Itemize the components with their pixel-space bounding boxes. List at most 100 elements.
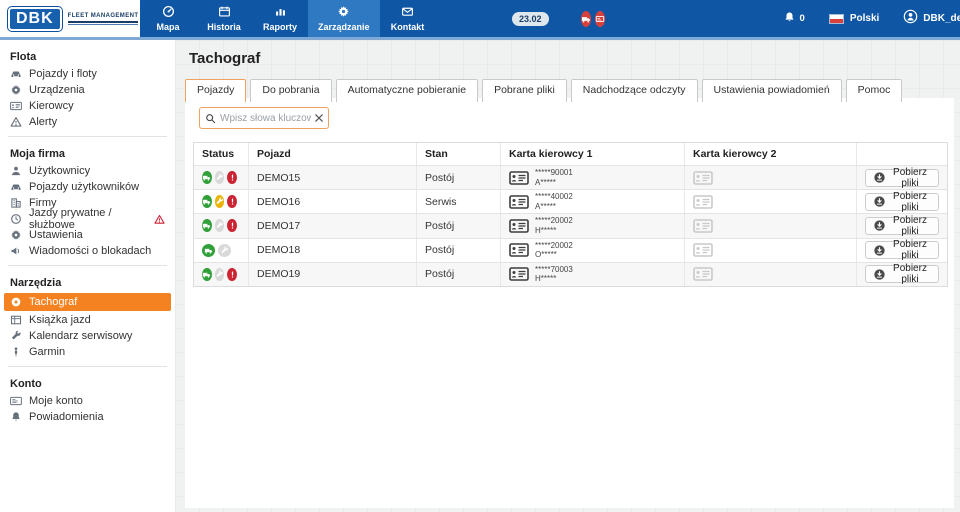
main-content: Tachograf Pojazdy Do pobrania Automatycz… [175, 40, 960, 512]
nav-item-kontakt[interactable]: Kontakt [380, 0, 436, 37]
vehicle-name: DEMO18 [248, 239, 416, 262]
nav-item-raporty[interactable]: Raporty [252, 0, 308, 37]
notifications-bell[interactable]: 0 [783, 11, 805, 27]
driver-card-icon-empty [693, 267, 713, 281]
vehicle-name: DEMO15 [248, 166, 416, 189]
nav-item-zarzadzanie[interactable]: Zarządzanie [308, 0, 380, 37]
sidebar-item-garmin[interactable]: Garmin [0, 344, 175, 360]
sidebar-item-kierowcy[interactable]: Kierowcy [0, 98, 175, 114]
sidebar-item-jazdy-prywatne-sluzbowe[interactable]: Jazdy prywatne / służbowe [0, 211, 175, 227]
fleet-management-wordmark: FLEET MANAGEMENT [68, 13, 139, 25]
driver-card-icon-empty [693, 219, 713, 233]
table-row: DEMO18 Postój *****20002O***** Pobierz p… [194, 238, 947, 262]
date-badge[interactable]: 23.02 [512, 12, 549, 26]
col-stan: Stan [416, 143, 500, 165]
language-label: Polski [850, 13, 879, 24]
alert-icon [227, 195, 237, 208]
driver-card-icon-empty [693, 195, 713, 209]
user-icon [10, 165, 22, 177]
tab-pobrane-pliki[interactable]: Pobrane pliki [482, 79, 567, 102]
driver-card-number: *****20002 [535, 241, 573, 251]
user-name: DBK_demo [923, 13, 960, 24]
vehicle-alert-icon[interactable] [581, 11, 591, 27]
sidebar-item-kalendarz-serwisowy[interactable]: Kalendarz serwisowy [0, 328, 175, 344]
clear-search-icon[interactable] [315, 114, 323, 122]
download-icon [874, 196, 885, 207]
sidebar-item-wiadomosci-o-blokadach[interactable]: Wiadomości o blokadach [0, 243, 175, 259]
language-selector[interactable]: Polski [829, 13, 879, 24]
id-card-icon [10, 100, 22, 112]
vehicle-state: Postój [416, 214, 500, 237]
notifications-count: 0 [800, 13, 805, 24]
download-icon [874, 245, 885, 256]
download-files-button[interactable]: Pobierz pliki [865, 241, 939, 259]
tab-do-pobrania[interactable]: Do pobrania [250, 79, 331, 102]
vehicle-name: DEMO17 [248, 214, 416, 237]
nav-item-historia[interactable]: Historia [196, 0, 252, 37]
download-files-button[interactable]: Pobierz pliki [865, 217, 939, 235]
sidebar-item-alerty[interactable]: Alerty [0, 114, 175, 130]
sidebar-item-urzadzenia[interactable]: Urządzenia [0, 82, 175, 98]
gauge-icon [162, 5, 175, 20]
tab-ustawienia-powiadomien[interactable]: Ustawienia powiadomień [702, 79, 842, 102]
tab-pojazdy[interactable]: Pojazdy [185, 79, 246, 102]
vehicle-state: Postój [416, 166, 500, 189]
sidebar-section-konto: Konto [0, 373, 175, 393]
driver-card-number: *****70003 [535, 265, 573, 275]
sidebar-divider [8, 366, 167, 367]
vehicles-table: Status Pojazd Stan Karta kierowcy 1 Kart… [193, 142, 948, 287]
envelope-icon [401, 5, 414, 20]
sidebar-item-moje-konto[interactable]: Moje konto [0, 393, 175, 409]
sidebar-item-pojazdy-i-floty[interactable]: Pojazdy i floty [0, 66, 175, 82]
calendar-icon [218, 5, 231, 20]
driver-card-icon [509, 219, 529, 233]
bell-icon [10, 411, 22, 423]
driver-card-number: *****20002 [535, 216, 573, 226]
user-menu[interactable]: DBK_demo [903, 9, 960, 29]
driver-card-icon-empty [693, 243, 713, 257]
table-row: DEMO17 Postój *****20002H***** Pobierz p… [194, 213, 947, 237]
alert-icon [227, 171, 237, 184]
sidebar-section-moja-firma: Moja firma [0, 143, 175, 163]
gear-icon [337, 5, 350, 20]
chart-icon [274, 5, 287, 20]
person-icon [10, 346, 22, 358]
alert-icon [227, 219, 237, 232]
sidebar-item-pojazdy-uzytkownikow[interactable]: Pojazdy użytkowników [0, 179, 175, 195]
service-active-icon [215, 195, 225, 208]
content-panel: Status Pojazd Stan Karta kierowcy 1 Kart… [185, 98, 954, 508]
service-inactive-icon [218, 244, 231, 257]
tab-nadchodzace-odczyty[interactable]: Nadchodzące odczyty [571, 79, 698, 102]
sidebar-item-ksiazka-jazd[interactable]: Książka jazd [0, 312, 175, 328]
download-files-button[interactable]: Pobierz pliki [865, 193, 939, 211]
vehicle-ok-icon [202, 195, 212, 208]
tab-bar: Pojazdy Do pobrania Automatyczne pobiera… [185, 79, 906, 102]
warning-icon [10, 116, 22, 128]
col-actions [856, 143, 947, 165]
topbar-right-cluster: 23.02 0 Polski DBK_demo [505, 0, 960, 37]
vehicle-name: DEMO19 [248, 263, 416, 286]
building-icon [10, 197, 22, 209]
sidebar-item-powiadomienia[interactable]: Powiadomienia [0, 409, 175, 425]
tab-automatyczne-pobieranie[interactable]: Automatyczne pobieranie [336, 79, 479, 102]
tab-pomoc[interactable]: Pomoc [846, 79, 903, 102]
driver-card-number: *****90001 [535, 168, 573, 178]
download-icon [874, 269, 885, 280]
download-files-button[interactable]: Pobierz pliki [865, 265, 939, 283]
main-nav: Mapa Historia Raporty Zarządzanie Kontak… [140, 0, 436, 37]
driver-card-name: A***** [535, 178, 573, 188]
nav-item-mapa[interactable]: Mapa [140, 0, 196, 37]
alert-icon [227, 268, 237, 281]
col-status: Status [194, 143, 248, 165]
search-input[interactable] [220, 113, 311, 124]
sidebar-item-uzytkownicy[interactable]: Użytkownicy [0, 163, 175, 179]
download-files-button[interactable]: Pobierz pliki [865, 169, 939, 187]
table-row: DEMO15 Postój *****90001A***** Pobierz p… [194, 165, 947, 189]
vehicle-ok-icon [202, 244, 215, 257]
driver-card-number: *****40002 [535, 192, 573, 202]
vehicle-state: Postój [416, 239, 500, 262]
sidebar-item-tachograf[interactable]: Tachograf [4, 293, 171, 311]
driver-card-name: H***** [535, 274, 573, 284]
app-logo[interactable]: DBK FLEET MANAGEMENT [0, 0, 140, 37]
card-alert-icon[interactable] [595, 11, 605, 27]
